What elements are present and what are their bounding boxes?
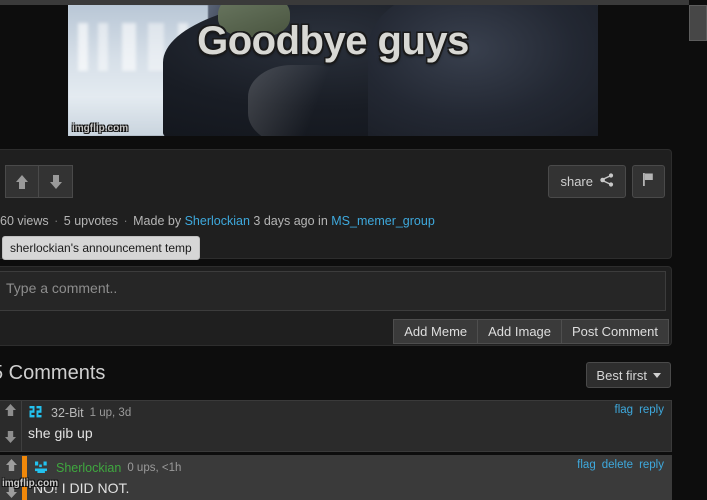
- add-meme-button[interactable]: Add Meme: [393, 319, 479, 344]
- meta-separator: ·: [123, 214, 128, 228]
- avatar-32bit-icon[interactable]: [28, 404, 45, 421]
- page-root: Goodbye guys imgflip.com share 60 views …: [0, 0, 707, 500]
- comment-downvote-icon[interactable]: [5, 485, 18, 500]
- comment-row: Sherlockian 0 ups, <1h NO! I DID NOT. fl…: [0, 455, 672, 500]
- post-upvotes: 5 upvotes: [63, 214, 118, 228]
- vertical-scrollbar[interactable]: [689, 0, 707, 500]
- comment-vote-group: [0, 401, 22, 451]
- post-author-link[interactable]: Sherlockian: [185, 214, 250, 228]
- comments-header: 5 Comments Best first: [0, 362, 672, 396]
- post-upvote-button[interactable]: [5, 165, 39, 198]
- comment-row: 32-Bit 1 up, 3d she gib up flag reply: [0, 400, 672, 452]
- comment-reply-link[interactable]: reply: [639, 404, 664, 416]
- share-button-label: share: [560, 174, 593, 189]
- post-downvote-button[interactable]: [39, 165, 73, 198]
- comment-vote-group: [0, 456, 22, 500]
- comment-meta: 1 up, 3d: [89, 406, 132, 419]
- comment-header: 32-Bit 1 up, 3d: [28, 404, 665, 421]
- comment-text: NO! I DID NOT.: [33, 480, 130, 496]
- post-tag-pill[interactable]: sherlockian's announcement temp: [2, 236, 200, 260]
- comment-downvote-icon[interactable]: [4, 430, 17, 449]
- add-image-button[interactable]: Add Image: [478, 319, 563, 344]
- arrow-down-icon: [49, 174, 63, 190]
- comment-flag-link[interactable]: flag: [615, 404, 634, 416]
- chevron-down-icon: [653, 372, 661, 378]
- in-label: in: [318, 214, 328, 228]
- meme-caption-text: Goodbye guys: [197, 19, 469, 63]
- arrow-up-icon: [15, 174, 29, 190]
- made-by-label: Made by: [133, 214, 182, 228]
- comment-upvote-icon[interactable]: [5, 458, 18, 477]
- meme-highlight: [248, 65, 358, 136]
- comment-composer: Add Meme Add Image Post Comment: [0, 266, 672, 346]
- post-age: 3 days ago: [253, 214, 315, 228]
- imgflip-watermark: imgflip.com: [72, 123, 129, 134]
- comment-meta: 0 ups, <1h: [127, 461, 182, 474]
- avatar-sherlockian-icon[interactable]: [33, 459, 50, 476]
- comments-sort-dropdown[interactable]: Best first: [586, 362, 671, 388]
- post-flag-button[interactable]: [632, 165, 665, 198]
- post-views: 60 views: [0, 214, 49, 228]
- comment-action-links: flag reply: [615, 404, 664, 416]
- comment-input[interactable]: [0, 271, 666, 311]
- comment-delete-link[interactable]: delete: [602, 459, 633, 471]
- vertical-scrollbar-thumb[interactable]: [689, 5, 707, 41]
- post-stream-link[interactable]: MS_memer_group: [331, 214, 435, 228]
- flag-icon: [642, 172, 655, 192]
- meta-separator: ·: [54, 214, 59, 228]
- meme-media-container: Goodbye guys imgflip.com: [0, 5, 672, 141]
- meme-image[interactable]: Goodbye guys imgflip.com: [68, 5, 598, 136]
- post-vote-group: [5, 165, 73, 198]
- share-button[interactable]: share: [548, 165, 626, 198]
- comment-header: Sherlockian 0 ups, <1h: [33, 459, 665, 476]
- share-icon: [600, 173, 614, 190]
- comment-body: 32-Bit 1 up, 3d she gib up flag reply: [22, 401, 671, 451]
- comment-text: she gib up: [28, 425, 93, 441]
- comment-upvote-icon[interactable]: [4, 403, 17, 422]
- comment-action-links: flag delete reply: [577, 459, 664, 471]
- comment-body: Sherlockian 0 ups, <1h NO! I DID NOT. fl…: [27, 456, 671, 500]
- composer-actions: Add Meme Add Image Post Comment: [393, 319, 669, 344]
- comments-count-heading: 5 Comments: [0, 362, 106, 384]
- post-share-group: share: [548, 165, 665, 198]
- comments-sort-label: Best first: [596, 367, 647, 383]
- post-comment-button[interactable]: Post Comment: [562, 319, 669, 344]
- comment-author[interactable]: 32-Bit: [51, 406, 84, 420]
- post-meta-card: share 60 views · 5 upvotes · Made by She…: [0, 149, 672, 260]
- post-meta-line: 60 views · 5 upvotes · Made by Sherlocki…: [0, 214, 672, 228]
- comment-reply-link[interactable]: reply: [639, 459, 664, 471]
- comment-author[interactable]: Sherlockian: [56, 461, 121, 475]
- comment-flag-link[interactable]: flag: [577, 459, 596, 471]
